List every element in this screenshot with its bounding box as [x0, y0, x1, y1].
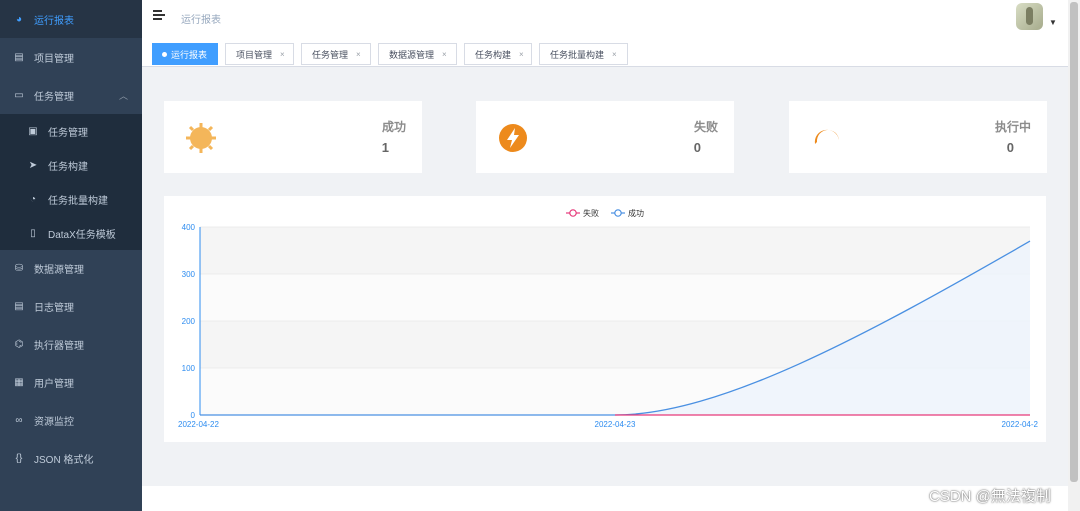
grid-band	[200, 227, 1030, 274]
sidebar-subitem-label: 任务构建	[48, 161, 88, 173]
lightning-icon	[499, 124, 527, 152]
tag-label: 任务批量构建	[550, 49, 605, 60]
sidebar-subitem-task-management[interactable]: ▣ 任务管理	[0, 114, 142, 148]
tags-view: 运行报表 项目管理 × 任务管理 × 数据源管理 × 任务构建 × 任务批量构建…	[142, 36, 1068, 67]
monitor-icon: ▭	[14, 89, 24, 101]
sidebar-item-label: 日志管理	[34, 302, 74, 314]
tag-dashboard[interactable]: 运行报表	[152, 43, 218, 65]
task-list-icon: ▣	[28, 125, 38, 137]
sun-icon	[186, 123, 216, 153]
tag-label: 任务管理	[312, 49, 349, 60]
sidebar-item-label: 任务管理	[34, 91, 74, 103]
caret-down-icon[interactable]: ▼	[1049, 18, 1057, 27]
tag-label: 项目管理	[236, 49, 273, 60]
stat-card-fail: 失败 0	[476, 101, 734, 173]
sidebar: ◕ 运行报表 ▤ 项目管理 ▭ 任务管理 ︿ ▣ 任务管理 ➤ 任务构建 ◔ 任…	[0, 0, 142, 511]
stat-value: 1	[381, 140, 389, 155]
sidebar-item-dashboard[interactable]: ◕ 运行报表	[0, 0, 142, 38]
sidebar-subitem-batch-build[interactable]: ◔ 任务批量构建	[0, 182, 142, 216]
sidebar-item-projects[interactable]: ▤ 项目管理	[0, 38, 142, 76]
line-chart: 0 100 200 300 400 2022-04-22 2022-04-23 2022-04…	[178, 208, 1039, 429]
breadcrumb[interactable]: 运行报表	[181, 11, 221, 26]
active-dot-icon	[162, 51, 167, 57]
sidebar-item-label: 运行报表	[34, 15, 74, 27]
sidebar-item-label: 资源监控	[34, 416, 74, 428]
close-icon[interactable]: ×	[442, 50, 447, 59]
legend-marker	[569, 209, 577, 217]
tag-projects[interactable]: 项目管理 ×	[225, 43, 294, 65]
sidebar-subitem-datax-template[interactable]: ▯ DataX任务模板	[0, 216, 142, 250]
sidebar-item-logs[interactable]: ▤ 日志管理	[0, 287, 142, 325]
project-icon: ▤	[14, 51, 24, 63]
close-icon[interactable]: ×	[519, 50, 524, 59]
tag-label: 任务构建	[475, 49, 512, 60]
y-tick-label: 200	[182, 317, 196, 326]
sidebar-item-label: 用户管理	[34, 378, 74, 390]
database-icon: ⛁	[14, 262, 24, 274]
sidebar-item-monitor[interactable]: ∞ 资源监控	[0, 401, 142, 439]
y-tick-label: 100	[182, 364, 196, 373]
sidebar-item-executors[interactable]: ⌬ 执行器管理	[0, 325, 142, 363]
executor-icon: ⌬	[14, 338, 24, 350]
sidebar-item-label: 数据源管理	[34, 264, 84, 276]
scrollbar[interactable]	[1068, 0, 1080, 511]
legend-label: 成功	[628, 208, 644, 218]
stat-label: 执行中	[994, 120, 1031, 134]
sidebar-item-label: 项目管理	[34, 53, 74, 65]
stat-label: 成功	[381, 120, 406, 134]
tag-tasks[interactable]: 任务管理 ×	[301, 43, 371, 65]
sidebar-item-label: JSON 格式化	[34, 454, 94, 466]
chevron-up-icon: ︿	[118, 91, 128, 101]
scrollbar-thumb[interactable]	[1070, 2, 1078, 482]
stat-label: 失败	[693, 120, 718, 134]
tag-task-build[interactable]: 任务构建 ×	[464, 43, 532, 65]
dashboard-icon: ◕	[15, 13, 23, 25]
sidebar-item-users[interactable]: ▦ 用户管理	[0, 363, 142, 401]
chart-panel: 0 100 200 300 400 2022-04-22 2022-04-23 2022-04…	[164, 196, 1046, 442]
sidebar-item-datasource[interactable]: ⛁ 数据源管理	[0, 249, 142, 287]
legend-label: 失败	[583, 208, 599, 218]
braces-icon: {}	[15, 452, 23, 464]
sidebar-item-label: 执行器管理	[34, 340, 84, 352]
grid-icon: ▦	[14, 376, 24, 388]
sidebar-subitem-label: DataX任务模板	[48, 229, 116, 241]
tag-label: 运行报表	[171, 49, 208, 60]
watermark: CSDN @無法複制	[929, 488, 1051, 505]
y-tick-label: 300	[182, 270, 196, 279]
sidebar-item-json[interactable]: {} JSON 格式化	[0, 439, 142, 477]
spinner-icon	[814, 129, 839, 144]
y-tick-label: 400	[182, 223, 196, 232]
template-icon: ▯	[30, 227, 36, 239]
stat-card-success: 成功 1	[164, 101, 422, 173]
hamburger-icon[interactable]	[153, 9, 165, 21]
close-icon[interactable]: ×	[612, 50, 617, 59]
sidebar-subitem-label: 任务管理	[48, 127, 88, 139]
x-tick-label: 2022-04-2	[1002, 420, 1039, 429]
sidebar-subitem-task-build[interactable]: ➤ 任务构建	[0, 148, 142, 182]
close-icon[interactable]: ×	[356, 50, 361, 59]
stat-card-running: 执行中 0	[789, 101, 1047, 173]
infinity-icon: ∞	[15, 414, 23, 426]
tag-batch-build[interactable]: 任务批量构建 ×	[539, 43, 628, 65]
tag-datasource[interactable]: 数据源管理 ×	[378, 43, 457, 65]
close-icon[interactable]: ×	[280, 50, 285, 59]
tag-label: 数据源管理	[389, 49, 435, 60]
send-icon: ➤	[28, 159, 38, 171]
sidebar-subitem-label: 任务批量构建	[48, 195, 108, 207]
legend-marker	[614, 209, 622, 217]
stat-value: 0	[693, 140, 701, 155]
navbar: 运行报表 ▼	[142, 0, 1068, 36]
document-icon: ▤	[14, 300, 24, 312]
x-tick-label: 2022-04-22	[178, 420, 219, 429]
stat-value: 0	[1006, 140, 1014, 155]
y-tick-label: 0	[191, 411, 196, 420]
avatar[interactable]	[1016, 3, 1043, 30]
dial-icon: ◔	[29, 193, 37, 205]
sidebar-item-tasks[interactable]: ▭ 任务管理 ︿	[0, 76, 142, 114]
x-tick-label: 2022-04-23	[595, 420, 636, 429]
